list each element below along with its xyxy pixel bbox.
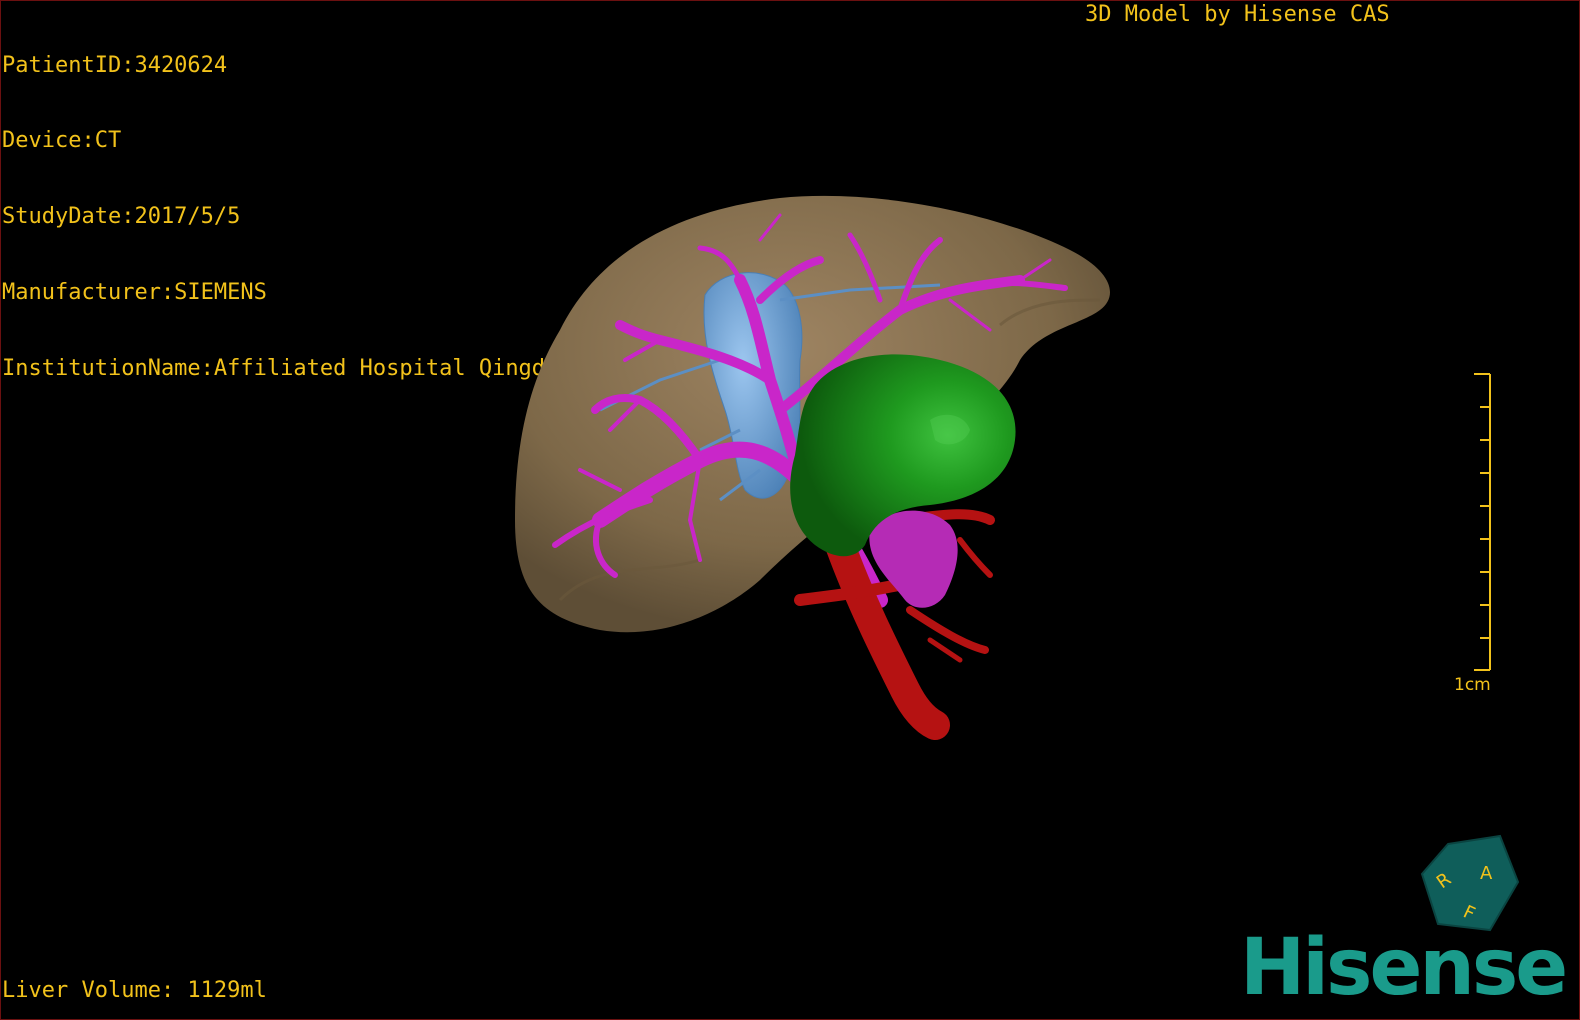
hisense-logo: Hisense — [1240, 923, 1568, 1013]
orientation-cube[interactable]: R A F — [1420, 834, 1520, 934]
cube-label-a: A — [1480, 863, 1493, 884]
scale-bar — [1474, 373, 1491, 671]
scale-bar-label: 1cm — [1454, 675, 1491, 695]
liver-volume-text: Liver Volume: 1129ml — [2, 978, 267, 1003]
3d-liver-model[interactable] — [0, 0, 1580, 1020]
